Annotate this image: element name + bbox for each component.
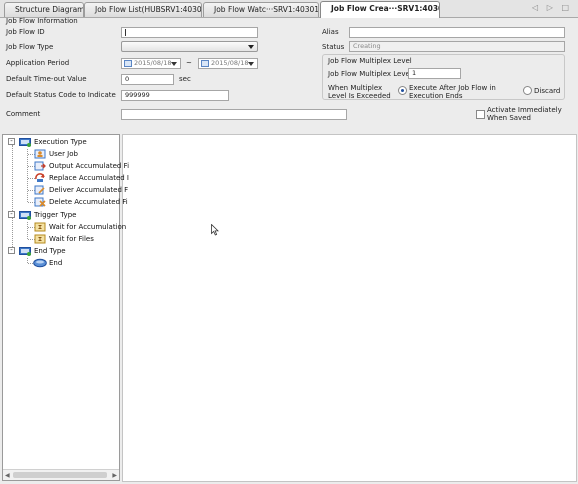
tab-navigation-icons[interactable]: ◁ ▷ □	[532, 3, 572, 12]
multiplex-group-title: Job Flow Multiplex Level	[328, 57, 412, 65]
tab-structure-diagram[interactable]: Structure Diagram	[4, 2, 84, 17]
activate-line2: When Saved	[487, 114, 531, 122]
exceeded-label: When Multiplex Level Is Exceeded	[328, 84, 391, 100]
job-flow-canvas[interactable]	[122, 134, 577, 482]
output-file-icon	[34, 161, 46, 171]
execute-after-radio[interactable]	[398, 86, 407, 95]
period-end-value: 2015/08/18	[211, 59, 249, 67]
timeout-unit: sec	[179, 75, 191, 83]
replace-file-icon	[35, 173, 45, 182]
tree-node-replace-accumulated[interactable]: Replace Accumulated I	[49, 173, 129, 184]
period-start-value: 2015/08/18	[134, 59, 172, 67]
period-end-date-picker[interactable]: 2015/08/18	[198, 58, 258, 69]
status-code-label: Default Status Code to Indicate	[6, 91, 116, 99]
tab-label: Structure Diagram	[15, 5, 84, 14]
tree-node-end[interactable]: End	[49, 258, 62, 269]
section-title: Job Flow Information	[6, 17, 78, 25]
tree-node-user-job[interactable]: User Job	[49, 149, 78, 160]
chevron-down-icon	[248, 45, 254, 49]
tab-job-flow-watch[interactable]: Job Flow Watc···SRV1:40301)	[203, 2, 319, 17]
comment-label: Comment	[6, 110, 41, 118]
tree-node-wait-files[interactable]: Wait for Files	[49, 234, 94, 245]
execute-after-label: Execute After Job Flow in Execution Ends	[409, 84, 496, 100]
tree-node-output-accumulated[interactable]: Output Accumulated Fi	[49, 161, 129, 172]
status-code-input[interactable]: 999999	[121, 90, 229, 101]
folder-type-icon	[19, 211, 31, 220]
tab-label: Job Flow List(HUBSRV1:40301)	[95, 5, 202, 14]
tree-connector	[12, 145, 13, 251]
status-field: Creating	[349, 41, 565, 52]
period-separator: ~	[186, 59, 192, 67]
tab-job-flow-list[interactable]: Job Flow List(HUBSRV1:40301)	[84, 2, 202, 17]
status-label: Status	[322, 43, 345, 51]
chevron-down-icon	[171, 62, 177, 66]
node-palette-tree: - Execution Type User Job Output Accumul…	[2, 134, 129, 481]
calendar-icon	[124, 60, 132, 67]
folder-type-icon	[19, 138, 31, 147]
tree-node-execution-type[interactable]: Execution Type	[34, 137, 87, 148]
timeout-label: Default Time-out Value	[6, 75, 87, 83]
editor-tab-strip: Structure Diagram Job Flow List(HUBSRV1:…	[0, 0, 578, 18]
exceeded-label-line1: When Multiplex	[328, 84, 383, 92]
comment-input[interactable]	[121, 109, 347, 120]
timeout-input[interactable]: 0	[121, 74, 174, 85]
scroll-right-icon[interactable]: ▶	[112, 472, 117, 479]
alias-input[interactable]	[349, 27, 565, 38]
collapse-toggle[interactable]: -	[8, 247, 15, 254]
alias-label: Alias	[322, 28, 339, 36]
collapse-toggle[interactable]: -	[8, 138, 15, 145]
job-flow-type-label: Job Flow Type	[6, 43, 54, 51]
tree-node-wait-accumulation[interactable]: Wait for Accumulation	[49, 222, 126, 233]
tree-node-trigger-type[interactable]: Trigger Type	[34, 210, 76, 221]
activate-immediately-checkbox[interactable]	[476, 110, 485, 119]
end-node-icon	[33, 258, 47, 268]
scrollbar-thumb[interactable]	[13, 472, 107, 478]
calendar-icon	[201, 60, 209, 67]
application-period-label: Application Period	[6, 59, 70, 67]
tab-job-flow-create[interactable]: Job Flow Crea···SRV1:40301)	[320, 1, 440, 18]
discard-label: Discard	[534, 87, 561, 95]
wait-accumulation-icon	[34, 222, 46, 232]
multiplex-input[interactable]: 1	[408, 68, 461, 79]
period-start-date-picker[interactable]: 2015/08/18	[121, 58, 181, 69]
chevron-down-icon	[248, 62, 254, 66]
execute-after-line2: Execution Ends	[409, 92, 463, 100]
discard-radio[interactable]	[523, 86, 532, 95]
activate-immediately-label: Activate Immediately When Saved	[487, 106, 562, 122]
activate-line1: Activate Immediately	[487, 106, 562, 114]
user-job-icon	[34, 149, 46, 159]
scroll-left-icon[interactable]: ◀	[5, 472, 10, 479]
deliver-file-icon	[34, 185, 45, 195]
tab-label: Job Flow Watc···SRV1:40301)	[214, 5, 319, 14]
tree-node-deliver-accumulated[interactable]: Deliver Accumulated F	[49, 185, 128, 196]
collapse-toggle[interactable]: -	[8, 211, 15, 218]
exceeded-label-line2: Level Is Exceeded	[328, 92, 391, 100]
delete-file-icon	[34, 197, 46, 207]
multiplex-label: Job Flow Multiplex Level	[328, 70, 412, 78]
tree-connector	[27, 149, 28, 202]
tab-label: Job Flow Crea···SRV1:40301)	[331, 4, 440, 13]
tree-horizontal-scrollbar[interactable]: ◀ ▶	[3, 469, 119, 480]
wait-files-icon	[34, 234, 46, 244]
tree-node-end-type[interactable]: End Type	[34, 246, 66, 257]
job-flow-id-input[interactable]	[121, 27, 258, 38]
execute-after-line1: Execute After Job Flow in	[409, 84, 496, 92]
job-flow-type-select[interactable]	[121, 41, 258, 52]
job-flow-id-label: Job Flow ID	[6, 28, 45, 36]
folder-type-icon	[19, 247, 31, 256]
tree-node-delete-accumulated[interactable]: Delete Accumulated Fi	[49, 197, 128, 208]
tree-connector	[27, 222, 28, 239]
mouse-cursor-icon	[211, 224, 219, 236]
